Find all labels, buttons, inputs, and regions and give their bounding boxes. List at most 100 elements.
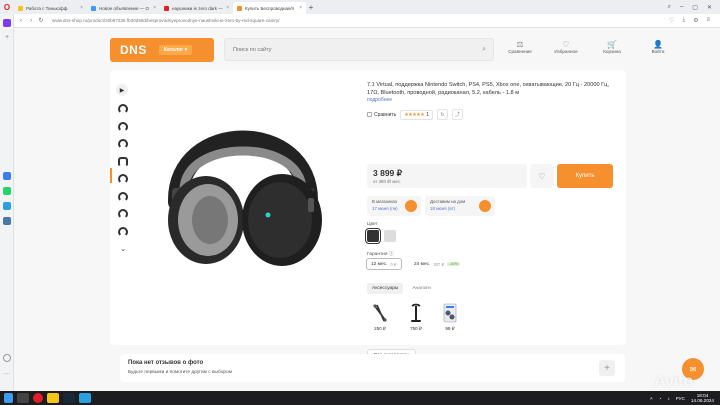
forward-icon[interactable]: › [26,18,36,24]
explorer-taskbar-icon[interactable] [47,393,59,403]
color-swatch-black[interactable] [365,228,381,244]
close-icon[interactable]: × [226,5,229,11]
compare-checkbox[interactable]: Сравнить [367,112,396,118]
favorites-button[interactable]: ♡ Избранное [550,40,582,54]
more-icon[interactable]: … [3,369,11,377]
telegram-icon[interactable] [3,202,11,210]
search-icon[interactable]: ⌕ [482,46,486,54]
close-icon[interactable]: × [299,5,302,11]
steam-taskbar-icon[interactable] [63,393,75,403]
headphone-stand-icon [406,302,426,324]
thumbnail[interactable] [116,120,130,134]
share-icon[interactable]: ⤴ [451,109,463,121]
warranty-term: 24 мес. [414,261,431,267]
compare-button[interactable]: ⚖ Сравнение [504,40,536,54]
more-link[interactable]: подробнее [367,97,617,103]
tray-arrow-icon[interactable]: ˄ [650,396,653,401]
availability-store[interactable]: В магазинах 17 июня (пн) [367,196,421,216]
thumbnails-more-icon[interactable]: ⌄ [116,242,130,256]
address-bar: ‹ › ↻ www.dns-shop.ru/product/20b97236 f… [0,14,720,28]
download-icon[interactable]: ⤓ [682,17,685,24]
minimize-icon[interactable]: – [680,4,683,11]
browser-tab[interactable]: Работа с Тинькофф × [14,2,87,14]
extensions-icon[interactable]: ⚙ [693,17,698,24]
product-main-image[interactable] [148,90,338,270]
thumbnail[interactable] [116,190,130,204]
thumbnail[interactable] [116,172,130,186]
opera-taskbar-icon[interactable] [33,393,43,403]
availability-delivery[interactable]: Доставим на дом 18 июня (вт) [425,196,495,216]
bookmark-icon[interactable]: ♡ [669,17,674,24]
tab-analogs[interactable]: Аналоги [407,283,435,294]
language-indicator[interactable]: РУС [676,396,685,401]
login-button[interactable]: 👤 Войти [642,40,674,54]
headphones-thumb-icon [118,226,128,237]
reload-icon[interactable]: ↻ [36,17,46,24]
messenger-icon[interactable] [3,172,11,180]
product-card: ▶ ⌄ 7.1 Virtual, поддержка Nintendo Swit… [110,70,626,362]
refresh-icon[interactable]: ↻ [436,109,448,121]
price-box: 3 899 ₽ от 380 ₽/ мес. [367,164,527,188]
buy-button[interactable]: Купить [557,164,613,188]
rating-button[interactable]: ★★★★★ 1 [400,109,433,120]
thumbnail[interactable] [116,137,130,151]
opera-icon[interactable]: O [0,0,14,14]
windows-start-icon[interactable] [4,393,13,403]
browser-tab-active[interactable]: Купить Беспроводная/п × [233,2,306,14]
maximize-icon[interactable]: ▢ [692,4,698,11]
cart-button[interactable]: 🛒 Корзина [596,40,628,54]
availability-date: 17 июня (пн) [372,206,398,211]
catalog-button[interactable]: Каталог ▾ [158,45,193,55]
add-icon[interactable]: + [3,34,11,42]
close-icon[interactable]: × [153,5,156,11]
add-to-favorites-button[interactable]: ♡ [530,164,554,188]
accessory-item[interactable]: 750 ₽ [401,302,431,332]
history-icon[interactable] [3,354,11,362]
url-field[interactable]: www.dns-shop.ru/product/20b97236 fb30d56… [52,18,280,23]
thumbnail[interactable] [116,225,130,239]
browser-tab[interactable]: наушники ie zero dark — × [160,2,233,14]
menu-icon[interactable]: ≡ [706,17,710,24]
aria-icon[interactable] [3,19,11,27]
warranty-label: Гарантия ⓘ [367,252,394,257]
warranty-option-24[interactable]: 24 мес. 307 ₽ -40% [410,258,464,270]
new-tab-button[interactable]: + [306,2,316,12]
search-tabs-icon[interactable]: ⌕ [668,4,671,11]
color-label: Цвет [367,222,378,227]
search-input[interactable] [225,46,465,53]
availability-date: 18 июня (вт) [430,206,456,211]
whatsapp-icon[interactable] [3,187,11,195]
video-play-icon[interactable]: ▶ [116,84,128,96]
accessory-item[interactable]: 99 ₽ [435,302,465,332]
close-icon[interactable]: × [80,5,83,11]
window-controls: ⌕ – ▢ ✕ [668,4,720,11]
add-review-button[interactable]: + [599,360,615,376]
accessory-item[interactable]: 250 ₽ [365,302,395,332]
close-window-icon[interactable]: ✕ [707,4,712,11]
reviews-subtitle: Будьте первыми и помогите другим с выбор… [128,370,233,375]
warranty-option-12[interactable]: 12 мес. 0 ₽ [366,258,402,270]
browser-tab-bar: O Работа с Тинькофф × Новое объявление —… [0,0,720,14]
availability-label: Доставим на дом [430,199,466,204]
thumbnail[interactable] [116,207,130,221]
browser-tab[interactable]: Новое объявление — О × [87,2,160,14]
location-pin-icon [405,200,417,212]
reviews-count: 1 [426,111,429,118]
volume-icon[interactable]: ♪ [668,396,670,401]
credit-price[interactable]: от 380 ₽/ мес. [373,179,401,185]
tab-accessories[interactable]: Аксессуары [367,283,404,294]
back-icon[interactable]: ‹ [16,18,26,24]
tab-favicon-icon [18,5,23,11]
clock[interactable]: 18:04 14.06.2024 [691,393,714,404]
color-swatch-gray[interactable] [384,230,396,242]
heart-icon: ♡ [538,171,546,181]
vk-icon[interactable] [3,217,11,225]
telegram-taskbar-icon[interactable] [79,393,91,403]
compare-label: Сравнение [508,49,532,54]
search-taskbar-icon[interactable] [17,393,29,403]
thumbnail[interactable] [116,102,130,116]
cable-icon [370,302,390,324]
dns-header-logo[interactable]: DNS Каталог ▾ [110,38,214,62]
network-icon[interactable]: ◔ [659,396,662,401]
thumbnail[interactable] [116,155,130,169]
